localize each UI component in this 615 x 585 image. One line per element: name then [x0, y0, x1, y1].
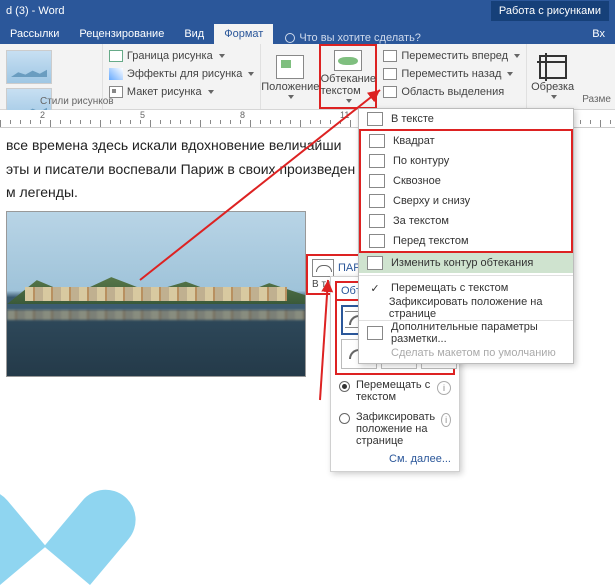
crop-icon — [539, 55, 567, 79]
picture-effects-button[interactable]: Эффекты для рисунка — [109, 66, 254, 82]
ribbon-tab-strip: Рассылки Рецензирование Вид Формат Что в… — [0, 22, 615, 44]
picture-border-button[interactable]: Граница рисунка — [109, 48, 254, 64]
radio-move-with-text[interactable]: Перемещать с текстом i — [335, 375, 455, 407]
send-backward-button[interactable]: Переместить назад — [383, 66, 520, 82]
menu-item-set-default: Сделать макетом по умолчанию — [359, 343, 573, 363]
position-icon — [276, 55, 304, 79]
tab-right[interactable]: Вх — [582, 24, 615, 44]
see-more-link[interactable]: См. далее... — [335, 451, 455, 467]
bring-forward-button[interactable]: Переместить вперед — [383, 48, 520, 64]
wrap-icon — [334, 50, 362, 71]
gallery-label: Стили рисунков — [40, 96, 114, 107]
more-layout-icon — [367, 326, 383, 340]
help-icon[interactable]: i — [437, 381, 451, 395]
backward-icon — [383, 68, 397, 80]
tab-format[interactable]: Формат — [214, 24, 273, 44]
selection-pane-button[interactable]: Область выделения — [383, 84, 520, 100]
radio-fix-position[interactable]: Зафиксировать положение на странице i — [335, 407, 455, 451]
tab-mailings[interactable]: Рассылки — [0, 24, 69, 44]
style-thumb[interactable] — [6, 50, 52, 84]
title-bar: d (3) - Word Работа с рисунками — [0, 0, 615, 22]
bulb-icon — [285, 33, 295, 43]
help-icon[interactable]: i — [441, 413, 451, 427]
forward-icon — [383, 50, 397, 62]
border-icon — [109, 50, 123, 62]
menu-item-more-layout-options[interactable]: Дополнительные параметры разметки... — [359, 323, 573, 343]
crop-button[interactable]: Обрезка — [527, 44, 578, 109]
window-title: d (3) - Word — [6, 5, 491, 17]
size-group-label: Разме — [578, 44, 615, 109]
layout-icon — [109, 86, 123, 98]
effects-icon — [109, 68, 123, 80]
tab-review[interactable]: Рецензирование — [69, 24, 174, 44]
radio-icon — [339, 413, 350, 424]
tell-me-search[interactable]: Что вы хотите сделать? — [285, 32, 421, 44]
annotation-arrow — [310, 280, 350, 413]
picture-tools-tab[interactable]: Работа с рисунками — [491, 1, 609, 21]
tell-me-placeholder: Что вы хотите сделать? — [299, 32, 421, 44]
annotation-arrow — [140, 90, 400, 293]
menu-item-fix-position[interactable]: Зафиксировать положение на странице — [359, 298, 573, 318]
tab-view[interactable]: Вид — [174, 24, 214, 44]
heart-shape[interactable] — [0, 495, 120, 555]
